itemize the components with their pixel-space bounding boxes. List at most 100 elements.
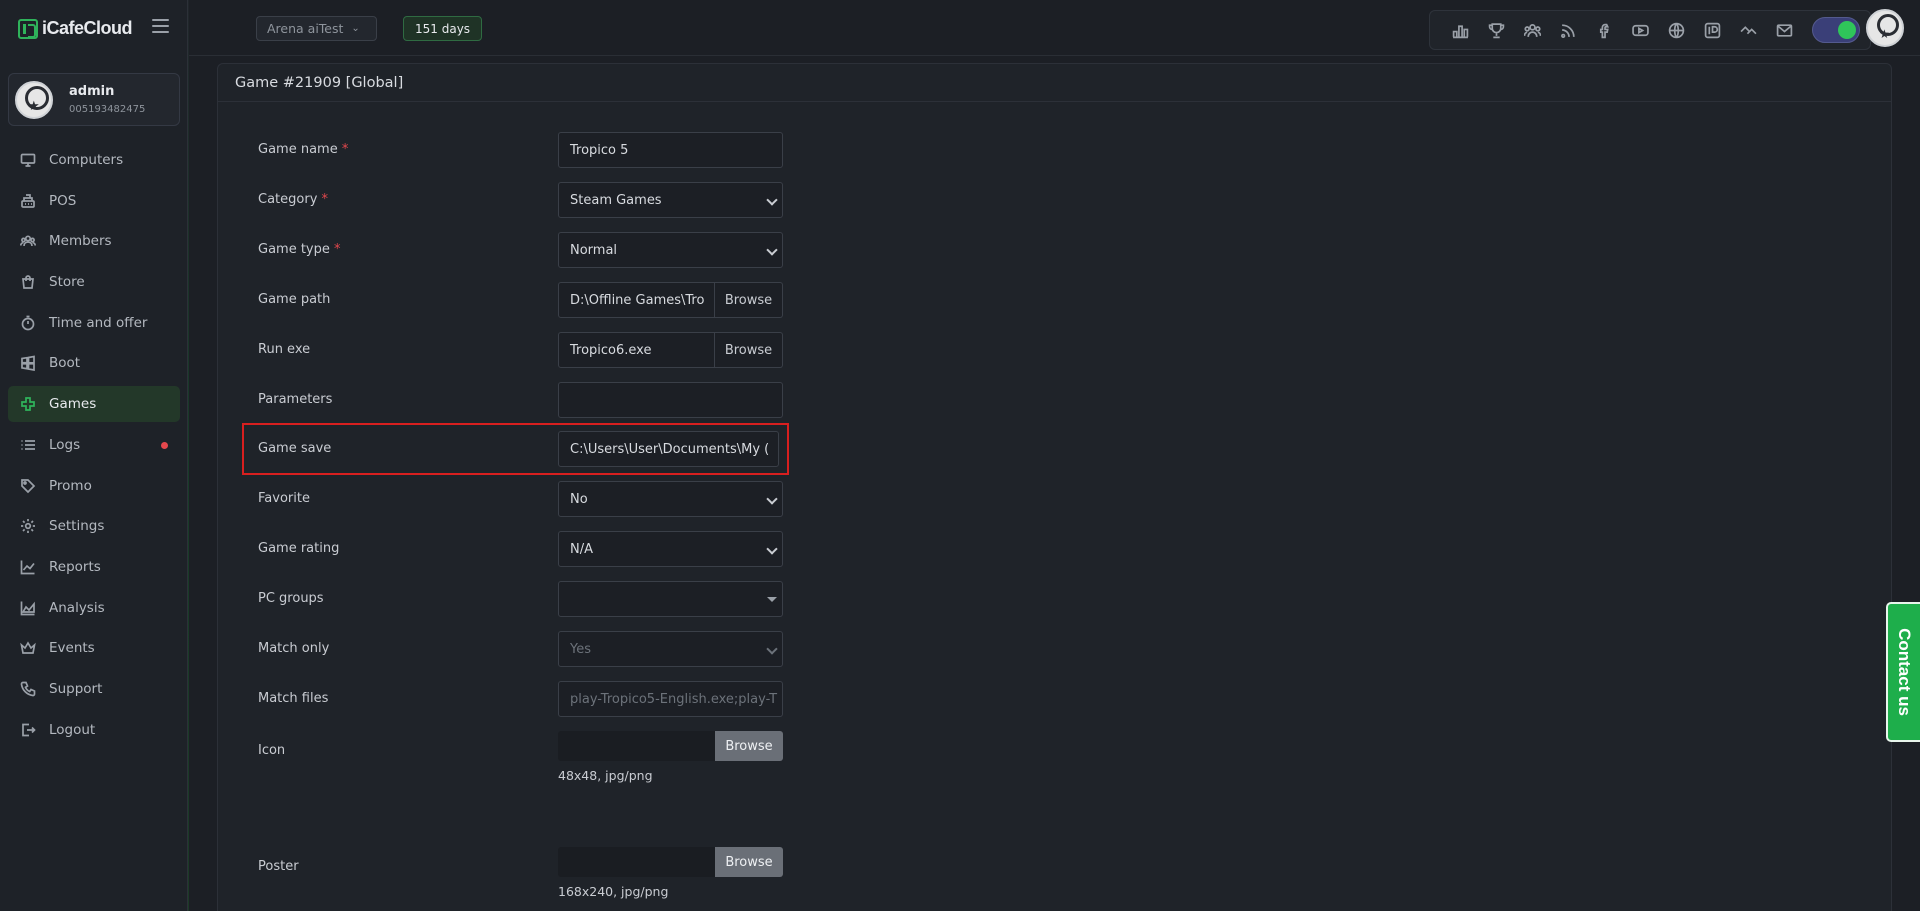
- icafecloud-logo-icon: [18, 18, 38, 39]
- sidebar-item-games[interactable]: Games: [8, 386, 180, 423]
- hamburger-menu-icon[interactable]: [152, 19, 169, 33]
- game-path-row: Game path D:\Offline Games\Tro Browse: [218, 282, 818, 318]
- sidebar-item-settings[interactable]: Settings: [8, 508, 180, 544]
- user-id: 005193482475: [69, 104, 146, 115]
- poster-label: Poster: [258, 859, 299, 874]
- sidebar-item-store[interactable]: Store: [8, 264, 180, 300]
- game-path-label: Game path: [258, 292, 331, 307]
- sidebar-item-support[interactable]: Support: [8, 671, 180, 707]
- phone-icon: [19, 680, 37, 698]
- sidebar-item-label: Events: [49, 640, 95, 657]
- user-card[interactable]: admin 005193482475: [8, 73, 180, 126]
- game-name-input[interactable]: Tropico 5: [558, 132, 783, 168]
- cash-register-icon: [19, 192, 37, 210]
- store-select[interactable]: Arena aiTest ⌄: [256, 16, 377, 41]
- match-only-row: Match only Yes: [218, 631, 818, 667]
- logo[interactable]: iCafeCloud: [18, 18, 133, 39]
- game-type-label: Game type *: [258, 242, 341, 257]
- globe-icon[interactable]: [1658, 18, 1694, 42]
- poster-size-hint: 168x240, jpg/png: [558, 884, 669, 899]
- sidebar-item-label: Games: [49, 396, 97, 413]
- category-select[interactable]: Steam Games: [558, 182, 783, 218]
- game-rating-select[interactable]: N/A: [558, 531, 783, 567]
- remote-icon[interactable]: [1730, 18, 1766, 42]
- match-files-label: Match files: [258, 691, 329, 706]
- poster-row: Poster Browse 168x240, jpg/png: [218, 847, 818, 907]
- pc-groups-label: PC groups: [258, 591, 324, 606]
- quick-links-bar: [1429, 10, 1871, 50]
- sidebar-item-logs[interactable]: Logs: [8, 427, 180, 463]
- icafecloud-icon[interactable]: [1694, 18, 1730, 42]
- sidebar-item-logout[interactable]: Logout: [8, 712, 180, 748]
- trophy-icon[interactable]: [1478, 18, 1514, 42]
- sidebar-item-time-and-offer[interactable]: Time and offer: [8, 305, 180, 341]
- run-exe-row: Run exe Tropico6.exe Browse: [218, 332, 818, 368]
- game-path-browse-button[interactable]: Browse: [715, 282, 783, 318]
- sidebar-item-label: Promo: [49, 477, 92, 494]
- sidebar-item-label: Time and offer: [49, 314, 148, 331]
- icon-browse-button[interactable]: Browse: [715, 731, 783, 761]
- app-root: iCafeCloud admin 005193482475 Computers …: [0, 0, 1920, 911]
- icon-label: Icon: [258, 743, 286, 758]
- sidebar-item-label: Settings: [49, 518, 105, 535]
- sidebar-item-pos[interactable]: POS: [8, 183, 180, 219]
- sidebar-item-label: Reports: [49, 558, 101, 575]
- game-path-input[interactable]: D:\Offline Games\Tro: [558, 282, 715, 318]
- sidebar-item-label: Boot: [49, 355, 81, 372]
- favorite-select[interactable]: No: [558, 481, 783, 517]
- pc-groups-select[interactable]: [558, 581, 783, 617]
- game-type-row: Game type * Normal: [218, 232, 818, 268]
- game-save-row: Game save C:\Users\User\Documents\My (: [218, 431, 818, 467]
- parameters-label: Parameters: [258, 392, 333, 407]
- run-exe-browse-button[interactable]: Browse: [715, 332, 783, 368]
- mail-icon[interactable]: [1766, 18, 1802, 42]
- game-name-label: Game name *: [258, 142, 349, 157]
- avatar[interactable]: [1866, 9, 1904, 47]
- game-type-select[interactable]: Normal: [558, 232, 783, 268]
- parameters-input[interactable]: [558, 382, 783, 418]
- logout-icon: [19, 721, 37, 739]
- sidebar-item-members[interactable]: Members: [8, 223, 180, 259]
- match-files-input[interactable]: play-Tropico5-English.exe;play-T: [558, 681, 783, 717]
- card-header: Game #21909 [Global]: [218, 64, 1891, 102]
- contact-us-button[interactable]: Contact us: [1886, 602, 1920, 742]
- status-toggle[interactable]: [1812, 17, 1860, 43]
- match-only-label: Match only: [258, 641, 330, 656]
- sidebar-item-promo[interactable]: Promo: [8, 468, 180, 504]
- sidebar-item-label: POS: [49, 192, 77, 209]
- sidebar-item-analysis[interactable]: Analysis: [8, 590, 180, 626]
- sidebar-item-reports[interactable]: Reports: [8, 549, 180, 585]
- ranking-icon[interactable]: [1442, 18, 1478, 42]
- users-icon: [19, 232, 37, 250]
- facebook-icon[interactable]: [1586, 18, 1622, 42]
- run-exe-input[interactable]: Tropico6.exe: [558, 332, 715, 368]
- rss-icon[interactable]: [1550, 18, 1586, 42]
- youtube-icon[interactable]: [1622, 18, 1658, 42]
- sidebar-item-label: Support: [49, 680, 103, 697]
- crown-icon: [19, 639, 37, 657]
- chevron-down-icon: ⌄: [351, 23, 360, 34]
- game-save-input[interactable]: C:\Users\User\Documents\My (: [558, 431, 779, 467]
- sidebar-item-events[interactable]: Events: [8, 630, 180, 666]
- sidebar-item-computers[interactable]: Computers: [8, 142, 180, 178]
- icon-file-field[interactable]: [558, 731, 715, 761]
- sidebar-item-label: Logs: [49, 436, 81, 453]
- sidebar-divider: [188, 0, 189, 911]
- favorite-row: Favorite No: [218, 481, 818, 517]
- sidebar-item-label: Store: [49, 274, 85, 291]
- poster-file-field[interactable]: [558, 847, 715, 877]
- game-rating-row: Game rating N/A: [218, 531, 818, 567]
- area-chart-icon: [19, 599, 37, 617]
- match-only-select[interactable]: Yes: [558, 631, 783, 667]
- category-row: Category * Steam Games: [218, 182, 818, 218]
- game-edit-card: Game #21909 [Global] Game name * Tropico…: [217, 63, 1892, 911]
- poster-browse-button[interactable]: Browse: [715, 847, 783, 877]
- tag-icon: [19, 477, 37, 495]
- icon-row: Icon Browse 48x48, jpg/png: [218, 731, 818, 791]
- parameters-row: Parameters: [218, 382, 818, 418]
- sidebar-item-boot[interactable]: Boot: [8, 345, 180, 381]
- icon-size-hint: 48x48, jpg/png: [558, 768, 653, 783]
- user-name: admin: [69, 84, 115, 99]
- group-icon[interactable]: [1514, 18, 1550, 42]
- run-exe-label: Run exe: [258, 342, 311, 357]
